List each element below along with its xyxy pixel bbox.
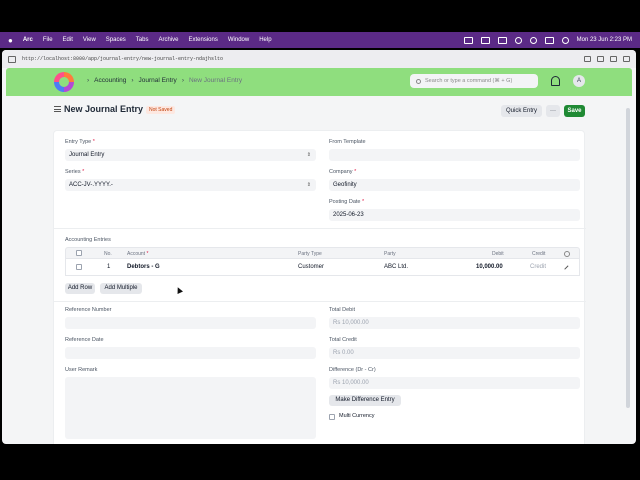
section-divider bbox=[54, 228, 586, 229]
menu-file[interactable]: File bbox=[43, 37, 53, 43]
user-remark-textarea[interactable] bbox=[65, 377, 316, 439]
accounting-entries-label: Accounting Entries bbox=[65, 237, 111, 243]
from-template-label: From Template bbox=[329, 139, 366, 145]
total-debit-field: Rs 10,000.00 bbox=[329, 317, 580, 329]
add-row-button[interactable]: Add Row bbox=[65, 283, 95, 294]
table-header: No. Account * Party Type Party Debit Cre… bbox=[65, 247, 580, 259]
app-menu[interactable]: Arc bbox=[23, 37, 33, 43]
user-remark-label: User Remark bbox=[65, 367, 98, 373]
total-credit-label: Total Credit bbox=[329, 337, 357, 343]
row-debit[interactable]: 10,000.00 bbox=[476, 259, 503, 276]
page-title: New Journal Entry bbox=[64, 104, 144, 114]
app-logo-icon[interactable] bbox=[54, 72, 74, 92]
edit-row-icon[interactable] bbox=[564, 265, 569, 270]
page-scrollbar[interactable] bbox=[626, 108, 630, 408]
row-no: 1 bbox=[107, 264, 111, 270]
more-actions-button[interactable]: ··· bbox=[546, 105, 560, 117]
menu-spaces[interactable]: Spaces bbox=[106, 37, 126, 43]
row-account[interactable]: Debtors - G bbox=[127, 259, 160, 276]
sidebar-toggle-icon[interactable] bbox=[8, 55, 16, 63]
company-field[interactable]: Geofinity bbox=[329, 179, 580, 191]
entry-type-label: Entry Type * bbox=[65, 139, 95, 145]
from-template-field[interactable] bbox=[329, 149, 580, 161]
menu-extensions[interactable]: Extensions bbox=[189, 37, 218, 43]
difference-field: Rs 10,000.00 bbox=[329, 377, 580, 389]
quick-entry-button[interactable]: Quick Entry bbox=[501, 105, 542, 117]
menu-archive[interactable]: Archive bbox=[158, 37, 178, 43]
total-credit-field: Rs 0.00 bbox=[329, 347, 580, 359]
search-icon[interactable] bbox=[529, 36, 537, 44]
siri-icon[interactable] bbox=[561, 36, 569, 44]
select-caret-icon: ⇕ bbox=[306, 182, 311, 188]
select-caret-icon: ⇕ bbox=[306, 152, 311, 158]
difference-label: Difference (Dr - Cr) bbox=[329, 367, 376, 373]
company-label: Company * bbox=[329, 169, 357, 175]
series-label: Series * bbox=[65, 169, 85, 175]
multi-currency-label: Multi Currency bbox=[339, 413, 375, 419]
posting-date-field[interactable]: 2025-06-23 bbox=[329, 209, 580, 221]
breadcrumb: › Accounting › Journal Entry › New Journ… bbox=[87, 77, 243, 84]
multi-currency-checkbox[interactable] bbox=[329, 414, 335, 420]
menu-help[interactable]: Help bbox=[259, 37, 271, 43]
posting-date-label: Posting Date * bbox=[329, 199, 365, 205]
breadcrumb-current: New Journal Entry bbox=[188, 77, 243, 84]
status-badge: Not Saved bbox=[146, 106, 176, 114]
browser-window: http://localhost:8000/app/journal-entry/… bbox=[2, 50, 636, 444]
awesomebar-search-input[interactable]: Search or type a command (⌘ + G) bbox=[410, 74, 538, 88]
wifi-icon[interactable] bbox=[514, 36, 522, 44]
clock[interactable]: Mon 23 Jun 2:23 PM bbox=[577, 37, 632, 43]
select-all-checkbox[interactable] bbox=[76, 250, 82, 256]
share-icon[interactable] bbox=[623, 56, 630, 62]
avatar[interactable]: A bbox=[573, 75, 585, 87]
extension-icon[interactable] bbox=[597, 56, 604, 62]
menu-tabs[interactable]: Tabs bbox=[136, 37, 149, 43]
reference-date-label: Reference Date bbox=[65, 337, 104, 343]
screen-icon[interactable] bbox=[480, 36, 490, 44]
url-text[interactable]: http://localhost:8000/app/journal-entry/… bbox=[22, 56, 578, 62]
accounting-entries-table: No. Account * Party Type Party Debit Cre… bbox=[65, 247, 580, 276]
row-checkbox[interactable] bbox=[76, 264, 82, 270]
display-icon[interactable] bbox=[497, 36, 507, 44]
section-divider bbox=[54, 301, 586, 302]
entry-type-select[interactable]: Journal Entry ⇕ bbox=[65, 149, 316, 161]
menu-view[interactable]: View bbox=[83, 37, 96, 43]
url-bar: http://localhost:8000/app/journal-entry/… bbox=[2, 50, 636, 68]
link-icon[interactable] bbox=[584, 56, 591, 62]
form-card: Entry Type * Journal Entry ⇕ Series * ACC… bbox=[53, 130, 586, 444]
save-button[interactable]: Save bbox=[564, 105, 585, 117]
row-party-type[interactable]: Customer bbox=[298, 259, 324, 276]
column-settings-icon[interactable] bbox=[564, 251, 570, 257]
reference-number-label: Reference Number bbox=[65, 307, 112, 313]
app-navbar: › Accounting › Journal Entry › New Journ… bbox=[6, 68, 632, 96]
apple-menu-icon[interactable]: ● bbox=[8, 36, 13, 45]
reference-number-field[interactable] bbox=[65, 317, 316, 329]
breadcrumb-accounting[interactable]: Accounting bbox=[94, 77, 126, 84]
total-debit-label: Total Debit bbox=[329, 307, 355, 313]
sidebar-toggle-icon[interactable] bbox=[54, 106, 61, 112]
menu-window[interactable]: Window bbox=[228, 37, 249, 43]
search-icon bbox=[416, 78, 421, 84]
status-icon[interactable] bbox=[463, 36, 473, 44]
table-row[interactable]: 1 Debtors - G Customer ABC Ltd. 10,000.0… bbox=[65, 259, 580, 276]
add-multiple-button[interactable]: Add Multiple bbox=[100, 283, 142, 294]
page-header: New Journal Entry Not Saved Quick Entry … bbox=[6, 96, 632, 130]
breadcrumb-journal-entry[interactable]: Journal Entry bbox=[139, 77, 177, 84]
make-difference-entry-button[interactable]: Make Difference Entry bbox=[329, 395, 401, 406]
menu-edit[interactable]: Edit bbox=[63, 37, 73, 43]
macos-menubar: ● Arc File Edit View Spaces Tabs Archive… bbox=[0, 32, 640, 48]
search-placeholder: Search or type a command (⌘ + G) bbox=[425, 78, 513, 84]
control-center-icon[interactable] bbox=[544, 36, 554, 44]
row-party[interactable]: ABC Ltd. bbox=[384, 259, 408, 276]
notification-bell-icon[interactable] bbox=[551, 76, 560, 86]
row-credit[interactable]: Credit bbox=[530, 259, 546, 276]
app-viewport: › Accounting › Journal Entry › New Journ… bbox=[6, 68, 632, 444]
series-select[interactable]: ACC-JV-.YYYY.- ⇕ bbox=[65, 179, 316, 191]
capture-icon[interactable] bbox=[610, 56, 617, 62]
reference-date-field[interactable] bbox=[65, 347, 316, 359]
